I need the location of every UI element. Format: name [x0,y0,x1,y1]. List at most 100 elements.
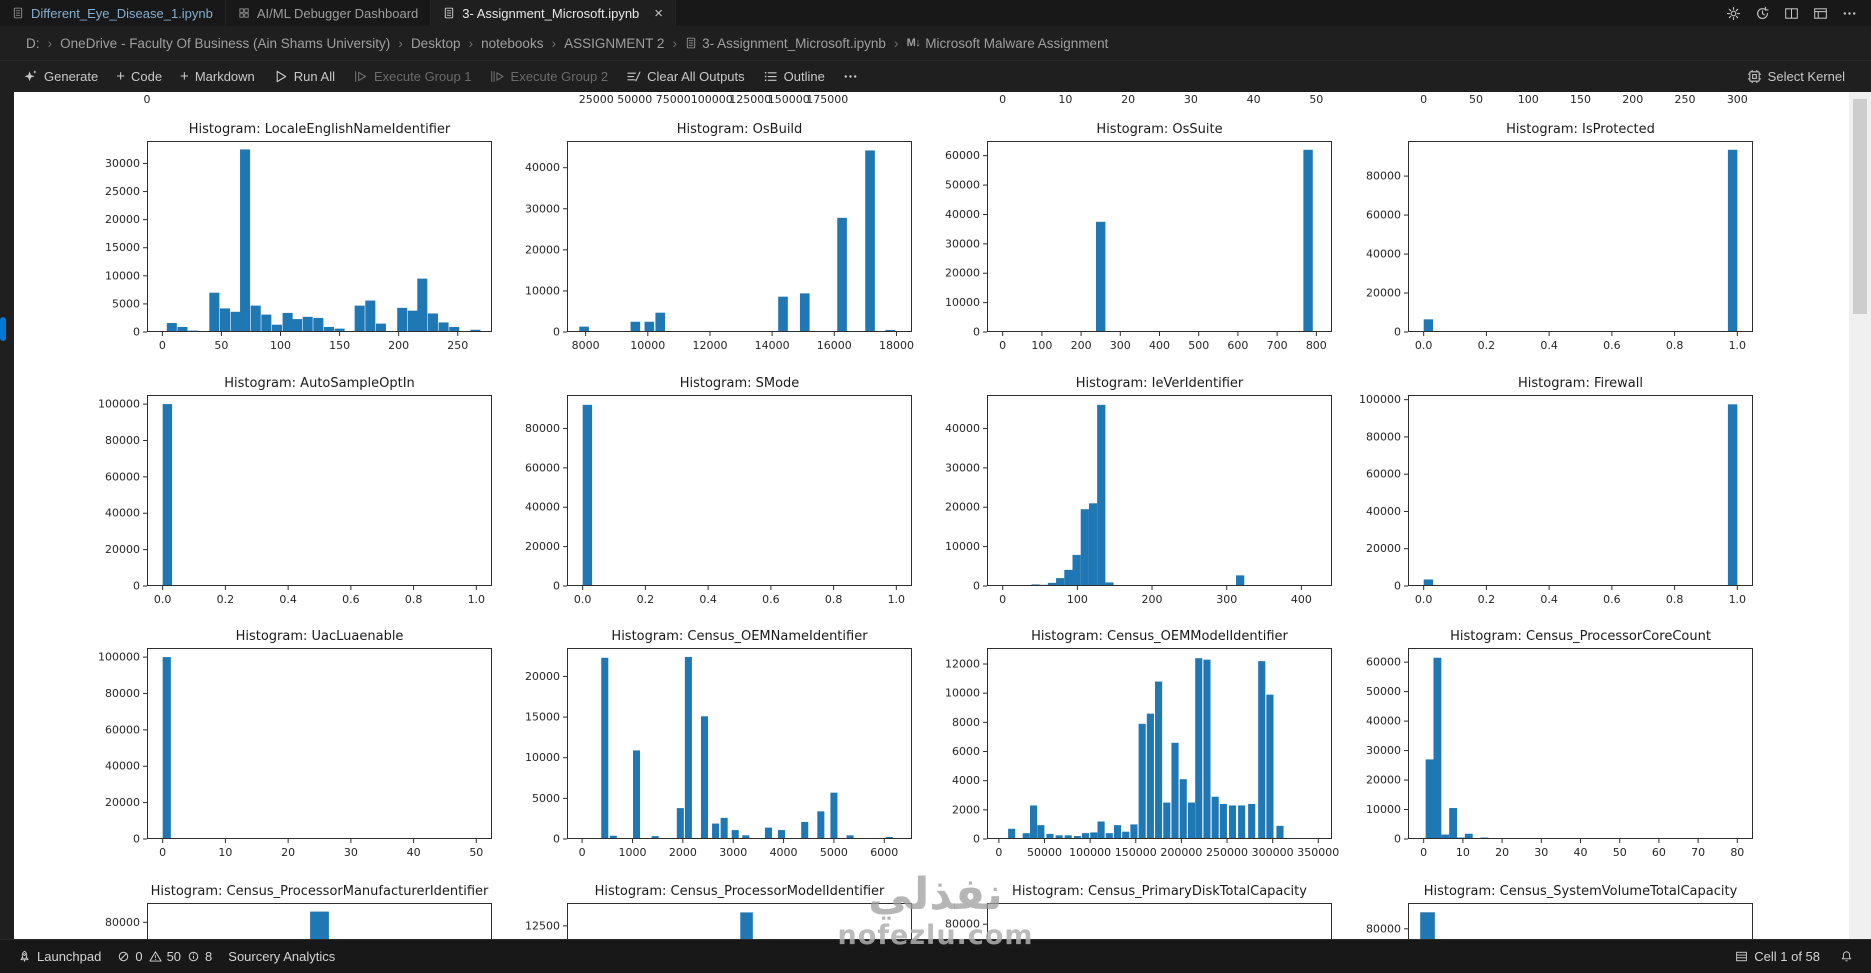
svg-text:0.2: 0.2 [217,593,235,606]
close-icon[interactable]: × [654,6,663,21]
svg-text:20000: 20000 [105,543,140,556]
svg-text:600: 600 [1227,339,1248,352]
more-actions-icon[interactable] [1842,6,1857,21]
svg-text:250000: 250000 [1206,846,1248,859]
svg-text:40000: 40000 [945,208,980,221]
svg-text:1.0: 1.0 [468,593,486,606]
svg-text:0.6: 0.6 [1603,593,1621,606]
chart-title: Histogram: Census_ProcessorManufacturerI… [150,884,489,899]
sourcery-analytics-button[interactable]: Sourcery Analytics [220,940,343,973]
add-code-cell-button[interactable]: + Code [107,61,171,92]
svg-text:60000: 60000 [525,461,560,474]
chart-plot: 0 50 100 150 200 250 0 5000 10000 15000 20000 25000… [105,141,492,352]
execute-group-1-button[interactable]: Execute Group 1 [344,61,481,92]
notifications-button[interactable] [1832,950,1861,963]
select-kernel-button[interactable]: Select Kernel [1738,61,1871,92]
svg-text:200: 200 [1071,339,1092,352]
histogram-cell: Histogram: IsProtected 0.0 0.2 0.4 0.6 0.8 1.0… [1348,117,1768,368]
histogram-cell: Histogram: SMode 0.0 0.2 0.4 0.6 0.8 1.0 0 20000… [507,371,927,622]
gear-icon[interactable] [1726,6,1741,21]
svg-text:0: 0 [553,833,560,846]
breadcrumb-separator: › [468,35,474,51]
svg-text:30000: 30000 [525,202,560,215]
tab-label: 3- Assignment_Microsoft.ipynb [462,5,640,21]
svg-text:12500: 12500 [525,919,560,932]
toolbar-more-button[interactable] [834,61,867,92]
tab-different-eye-disease[interactable]: Different_Eye_Disease_1.ipynb [0,0,226,26]
svg-text:8000: 8000 [572,339,600,352]
svg-text:12000: 12000 [945,658,980,671]
svg-text:0.0: 0.0 [1415,339,1433,352]
scrollbar-thumb[interactable] [1853,99,1867,314]
breadcrumb-item-notebooks[interactable]: notebooks [481,36,543,51]
tab-assignment-microsoft[interactable]: 3- Assignment_Microsoft.ipynb × [431,0,677,26]
scrollbar[interactable] [1849,91,1871,940]
svg-text:20000: 20000 [945,501,980,514]
histogram-cell: Histogram: Firewall 0.0 0.2 0.4 0.6 0.8 1.0 0 20… [1348,371,1768,622]
svg-text:40000: 40000 [105,760,140,773]
chart-plot: 0.0 0.2 0.4 0.6 0.8 1.0 0 20000 40000 60000 80000 [1366,141,1753,352]
svg-text:0: 0 [973,833,980,846]
layout-icon[interactable] [1813,6,1828,21]
clipped-axis-labels: 25000 50000 75000 100000125000150000175000 [579,93,849,106]
svg-text:40000: 40000 [105,507,140,520]
svg-text:0.2: 0.2 [1478,339,1496,352]
svg-text:20: 20 [1495,846,1509,859]
notebook-editor[interactable]: Histogram: LocaleEnglishNameIdentifier 0 5… [0,91,1871,940]
editor-actions [1726,0,1871,26]
breadcrumb-item-onedrive[interactable]: OneDrive - Faculty Of Business (Ain Sham… [60,36,390,51]
problems-button[interactable]: 0 50 8 [109,940,220,973]
svg-text:40: 40 [407,846,421,859]
breadcrumb-item-heading[interactable]: M↓ Microsoft Malware Assignment [907,36,1109,51]
chart-title: Histogram: Census_ProcessorModelIdentifi… [594,884,885,899]
svg-text:8000: 8000 [952,716,980,729]
svg-text:25000: 25000 [579,93,614,106]
svg-text:20000: 20000 [525,540,560,553]
dashboard-icon [238,7,250,19]
svg-text:10: 10 [218,846,232,859]
svg-text:250: 250 [1675,93,1696,106]
breadcrumb-item-drive[interactable]: D: [26,36,40,51]
breadcrumb-separator: › [551,35,557,51]
svg-text:300: 300 [1110,339,1131,352]
svg-text:0.0: 0.0 [154,593,172,606]
svg-text:10: 10 [1456,846,1470,859]
rocket-icon [18,950,31,963]
history-icon[interactable] [1755,6,1770,21]
breadcrumb-item-file[interactable]: 3- Assignment_Microsoft.ipynb [685,36,886,51]
execute-group-2-button[interactable]: Execute Group 2 [481,61,618,92]
cell-position-indicator[interactable]: Cell 1 of 58 [1727,949,1828,964]
chart-title: Histogram: SMode [679,376,800,391]
bell-icon [1840,950,1853,963]
svg-text:1.0: 1.0 [1729,593,1747,606]
chart-title: Histogram: IsProtected [1506,122,1655,137]
breadcrumb-item-assignment-2[interactable]: ASSIGNMENT 2 [564,36,664,51]
tab-label: Different_Eye_Disease_1.ipynb [31,5,213,21]
kernel-icon [1747,69,1762,84]
run-all-button[interactable]: Run All [264,61,344,92]
svg-text:20000: 20000 [525,243,560,256]
svg-text:0: 0 [553,326,560,339]
svg-text:150: 150 [329,339,350,352]
generate-button[interactable]: Generate [14,61,107,92]
svg-text:80: 80 [1730,846,1744,859]
svg-text:10000: 10000 [945,687,980,700]
svg-text:30000: 30000 [945,237,980,250]
add-markdown-cell-button[interactable]: + Markdown [171,61,264,92]
launchpad-button[interactable]: Launchpad [10,940,109,973]
clear-all-outputs-button[interactable]: Clear All Outputs [617,61,754,92]
chart-plot: 0 100 200 300 400 500 600 700 800 0 10000 20000 3000… [945,141,1332,352]
chart-plot: 020000400006000080000 [945,903,1332,940]
tab-aiml-debugger-dashboard[interactable]: AI/ML Debugger Dashboard [225,0,432,26]
svg-text:0.8: 0.8 [825,593,843,606]
split-editor-icon[interactable] [1784,6,1799,21]
chart-title: Histogram: OsSuite [1096,122,1223,137]
svg-text:60000: 60000 [1366,468,1401,481]
histogram-cell: Histogram: IeVerIdentifier 0 100 200 300 400 0… [927,371,1347,622]
chart-title: Histogram: IeVerIdentifier [1075,376,1244,391]
outline-button[interactable]: Outline [754,61,834,92]
histogram-cell: Histogram: OsBuild 8000 10000 12000 14000 160… [507,117,927,368]
svg-text:80000: 80000 [1366,170,1401,183]
svg-text:40000: 40000 [1366,715,1401,728]
breadcrumb-item-desktop[interactable]: Desktop [411,36,461,51]
